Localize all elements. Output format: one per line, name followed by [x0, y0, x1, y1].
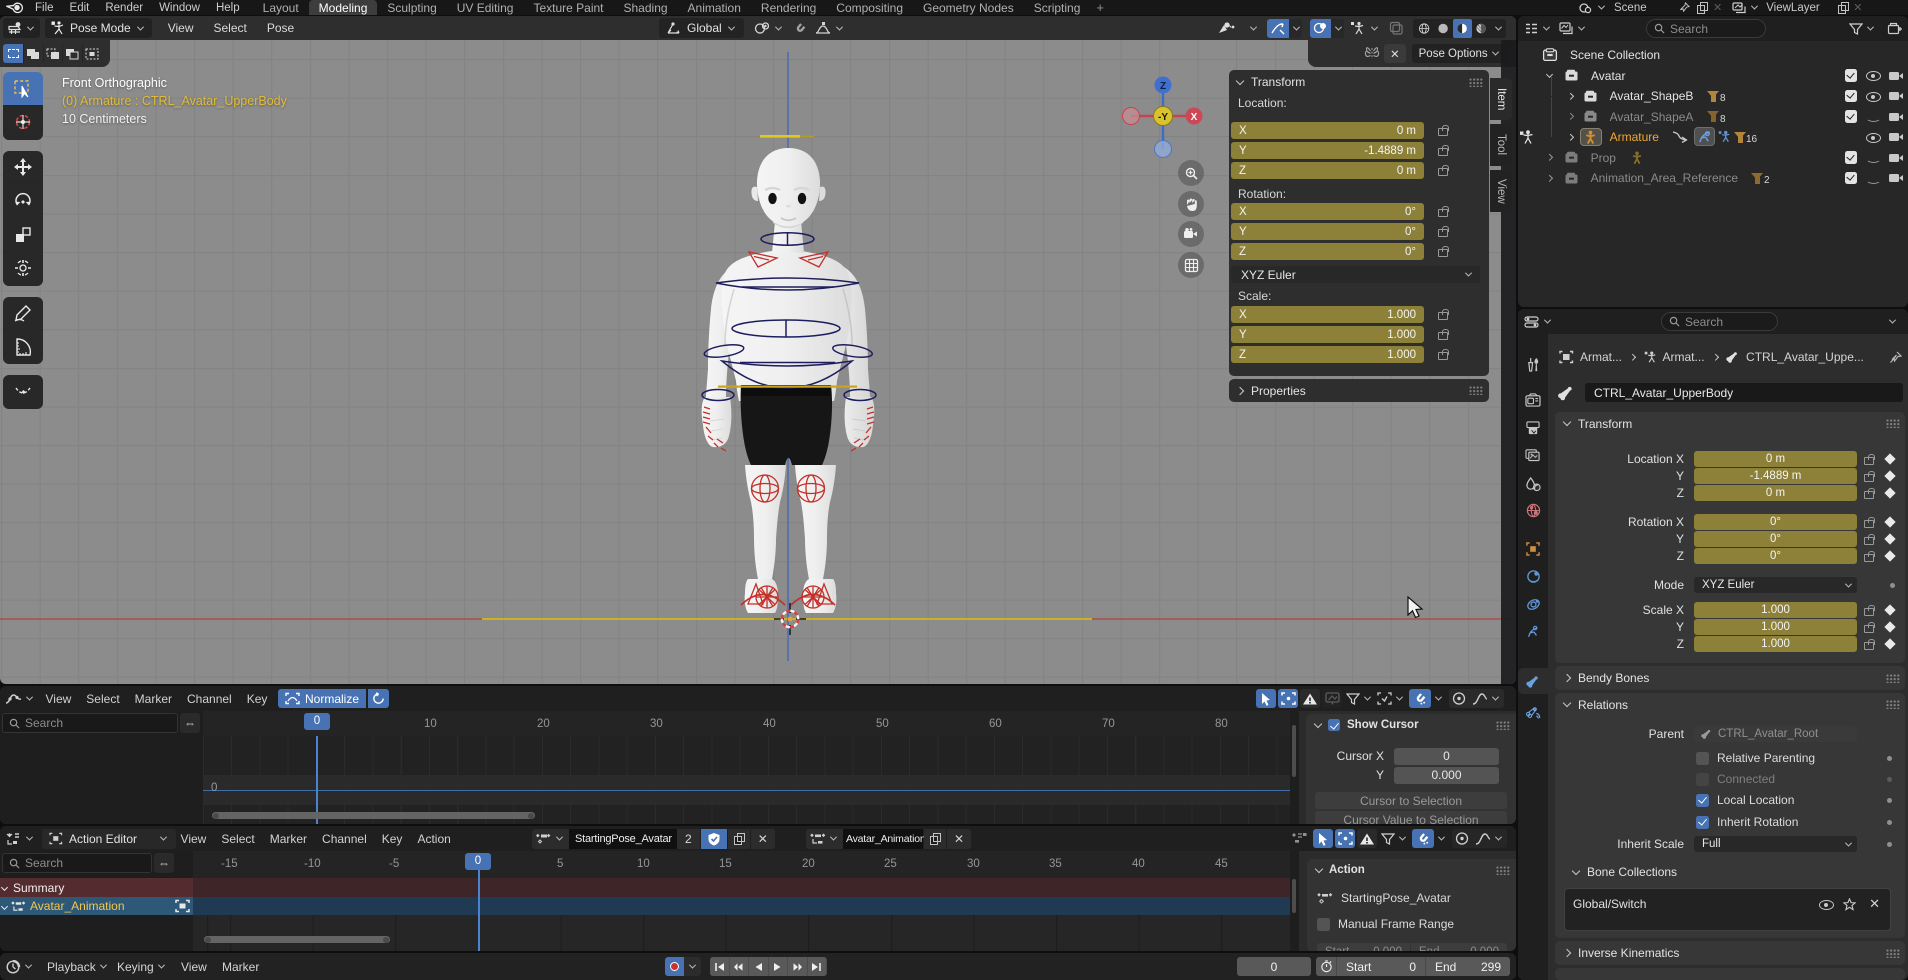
svg-text:-Y: -Y	[1158, 112, 1168, 123]
svg-text:X: X	[1191, 112, 1198, 123]
svg-text:Z: Z	[1160, 81, 1166, 92]
